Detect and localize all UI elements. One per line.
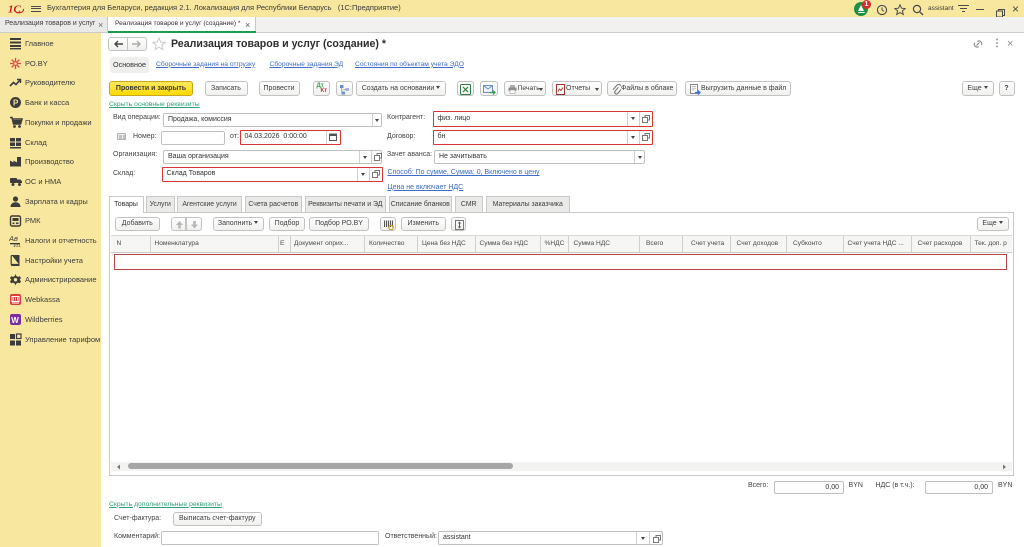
svg-text:Р: Р [13,99,19,108]
svg-text:W: W [11,316,19,325]
svg-text:101: 101 [13,243,21,247]
svg-text:Ав: Ав [9,234,18,243]
